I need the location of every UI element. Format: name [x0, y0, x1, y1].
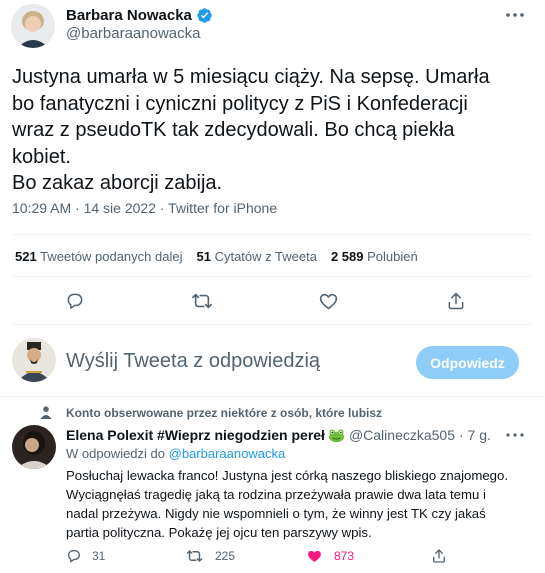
- like-count: 873: [334, 549, 355, 563]
- reply-count: 31: [92, 549, 106, 563]
- quotes-label: Cytatów z Tweeta: [214, 249, 317, 264]
- my-avatar[interactable]: [12, 338, 56, 382]
- reply-input[interactable]: Wyślij Tweeta z odpowiedzią: [66, 350, 320, 373]
- tweet-text: Justyna umarła w 5 miesiącu ciąży. Na se…: [12, 64, 537, 197]
- retweet-arrows-icon: [186, 548, 203, 564]
- reply-header: Elena Polexit #Wieprz niegodzien pereł @…: [66, 427, 491, 443]
- tweet-text-line: Bo zakaz aborcji zabija.: [12, 172, 223, 194]
- share-upload-icon[interactable]: [431, 548, 447, 564]
- stat-quotes[interactable]: 51 Cytatów z Tweeta: [196, 249, 316, 264]
- likes-count: 2 589: [330, 249, 364, 264]
- likes-label: Polubień: [367, 249, 418, 264]
- author-avatar-image: [11, 4, 55, 48]
- divider: [12, 324, 532, 325]
- reply-avatar-image: [12, 425, 56, 469]
- reply-time[interactable]: · 7 g.: [459, 427, 491, 443]
- reply-author-handle[interactable]: @Calineczka505: [349, 427, 455, 443]
- tweet-text-line: bo fanatyczni i cyniczni politycy z PiS …: [12, 92, 468, 115]
- tweet-text-line: kobiet.: [12, 145, 71, 168]
- reply-bubble-icon: [66, 548, 82, 564]
- reply-text-line: partia polityczna. Pokażę jej ojcu ten p…: [66, 525, 372, 540]
- reply-text: Posłuchaj lewacka franco! Justyna jest c…: [66, 466, 508, 542]
- retweets-label: Tweetów podanych dalej: [40, 249, 183, 264]
- author-name[interactable]: Barbara Nowacka: [66, 7, 192, 24]
- retweets-count: 521: [15, 249, 37, 264]
- replying-to-prefix: W odpowiedzi do: [66, 446, 165, 461]
- social-context[interactable]: Konto obserwowane przez niektóre z osób,…: [66, 406, 382, 420]
- reply-text-line: nadal przeżywa. Nigdy nie wspomnieli o t…: [66, 506, 486, 521]
- heart-icon: [306, 548, 323, 564]
- quotes-count: 51: [196, 249, 211, 264]
- divider: [12, 234, 532, 235]
- reply-text-line: Wyciągnęłaś tragedię jaką ta rodzina prz…: [66, 487, 486, 502]
- reply-author-avatar[interactable]: [12, 425, 56, 469]
- author-avatar[interactable]: [11, 4, 55, 48]
- reply-submit-button[interactable]: Odpowiedz: [416, 346, 519, 379]
- reply-bubble-icon[interactable]: [65, 291, 85, 311]
- stat-retweets[interactable]: 521 Tweetów podanych dalej: [15, 249, 182, 264]
- stat-likes[interactable]: 2 589 Polubień: [331, 249, 418, 264]
- more-dots-icon[interactable]: [504, 8, 526, 22]
- tweet-text-line: wraz z pseudoTK tak zdecydowali. Bo chcą…: [12, 119, 455, 141]
- heart-icon[interactable]: [318, 291, 339, 311]
- replying-to: W odpowiedzi do @barbaraanowacka: [66, 446, 285, 461]
- author-name-row: Barbara Nowacka: [66, 5, 213, 25]
- tweet-text-line: Justyna umarła w 5 miesiącu ciąży. Na se…: [12, 66, 490, 88]
- reply-action-reply[interactable]: 31: [66, 548, 105, 564]
- reply-action-like[interactable]: 873: [306, 548, 354, 564]
- person-icon: [40, 406, 52, 419]
- tweet-meta[interactable]: 10:29 AM · 14 sie 2022 · Twitter for iPh…: [12, 200, 277, 216]
- reply-author-name[interactable]: Elena Polexit #Wieprz niegodzien pereł: [66, 427, 325, 443]
- divider: [12, 276, 532, 277]
- retweet-count: 225: [215, 549, 236, 563]
- more-dots-icon[interactable]: [504, 429, 526, 441]
- author-handle[interactable]: @barbaraanowacka: [66, 25, 200, 42]
- reply-action-retweet[interactable]: 225: [186, 548, 235, 564]
- retweet-arrows-icon[interactable]: [191, 291, 213, 311]
- share-upload-icon[interactable]: [446, 291, 466, 311]
- my-avatar-image: [12, 338, 56, 382]
- divider: [0, 396, 545, 397]
- reply-submit-label: Odpowiedz: [430, 354, 505, 371]
- verified-badge-icon: [196, 7, 213, 24]
- frog-emoji-icon: [328, 428, 345, 443]
- replying-to-handle[interactable]: @barbaraanowacka: [169, 446, 286, 461]
- reply-text-line: Posłuchaj lewacka franco! Justyna jest c…: [66, 468, 509, 483]
- tweet-stats: 521 Tweetów podanych dalej 51 Cytatów z …: [15, 249, 418, 264]
